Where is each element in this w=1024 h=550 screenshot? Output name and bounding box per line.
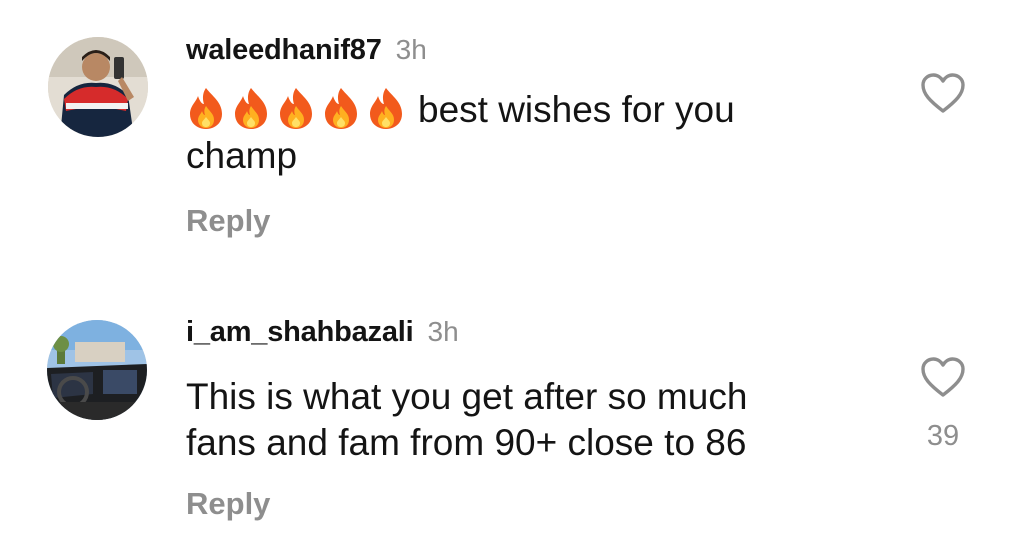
- avatar-image: [48, 37, 148, 137]
- fire-icon: [190, 88, 222, 129]
- fire-icon: [280, 88, 312, 129]
- avatar-image: [47, 320, 147, 420]
- avatar[interactable]: [47, 320, 147, 420]
- reply-button[interactable]: Reply: [186, 203, 270, 239]
- fire-icon: [325, 88, 357, 129]
- username-link[interactable]: i_am_shahbazali: [186, 316, 414, 349]
- fire-icon: [370, 88, 402, 129]
- comment-text: best wishes for you champ: [186, 86, 846, 179]
- comment-item: waleedhanif87 3h best wishes for you cha…: [0, 0, 1024, 280]
- username-link[interactable]: waleedhanif87: [186, 34, 382, 67]
- heart-icon[interactable]: [920, 72, 966, 114]
- fire-icon: [235, 88, 267, 129]
- reply-button[interactable]: Reply: [186, 486, 270, 522]
- comment-body: This is what you get after so much fans …: [186, 376, 748, 463]
- timestamp: 3h: [395, 34, 427, 65]
- timestamp: 3h: [427, 316, 459, 347]
- comment-header: i_am_shahbazali 3h: [186, 316, 459, 349]
- avatar[interactable]: [48, 37, 148, 137]
- comment-item: i_am_shahbazali 3h This is what you get …: [0, 280, 1024, 550]
- fire-emoji-group: [186, 86, 406, 130]
- like-count[interactable]: 39: [913, 420, 973, 453]
- comment-header: waleedhanif87 3h: [186, 34, 427, 67]
- heart-icon[interactable]: [920, 356, 966, 398]
